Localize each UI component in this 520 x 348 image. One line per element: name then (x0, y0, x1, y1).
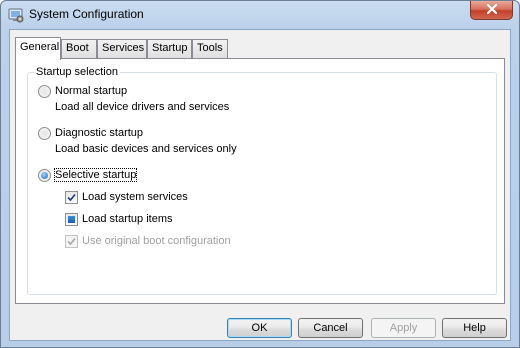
diagnostic-startup-radio[interactable] (38, 126, 51, 140)
title-bar[interactable]: System Configuration (1, 1, 519, 29)
general-tab-panel: Startup selection Normal startup Load al… (15, 58, 505, 304)
diagnostic-startup-description: Load basic devices and services only (55, 143, 237, 155)
load-system-services-label: Load system services (82, 191, 188, 203)
load-system-services-checkbox[interactable] (65, 190, 78, 204)
close-button[interactable] (470, 1, 513, 20)
tab-startup[interactable]: Startup (147, 39, 192, 58)
diagnostic-startup-label: Diagnostic startup (55, 127, 144, 139)
checkmark-icon (67, 237, 76, 245)
tab-services[interactable]: Services (97, 39, 147, 58)
group-title: Startup selection (34, 66, 120, 79)
selective-startup-radio[interactable] (38, 168, 51, 182)
normal-startup-label: Normal startup (55, 85, 128, 97)
apply-button: Apply (371, 318, 436, 338)
use-original-boot-config-label: Use original boot configuration (82, 235, 231, 247)
ok-button[interactable]: OK (227, 318, 292, 338)
window-title: System Configuration (29, 7, 144, 21)
dialog-client-area: General Boot Services Startup Tools Star… (9, 29, 511, 341)
system-configuration-window: System Configuration General Boot Servic… (0, 0, 520, 348)
tab-boot[interactable]: Boot (61, 39, 97, 58)
msconfig-icon (8, 7, 24, 23)
diagnostic-startup-option[interactable]: Diagnostic startup (38, 125, 143, 141)
checkmark-icon (67, 193, 76, 201)
load-startup-items-checkbox[interactable] (65, 212, 78, 226)
normal-startup-option[interactable]: Normal startup (38, 83, 127, 99)
normal-startup-description: Load all device drivers and services (55, 101, 230, 113)
selective-startup-option[interactable]: Selective startup (38, 167, 138, 183)
help-button[interactable]: Help (442, 318, 507, 338)
use-original-boot-config-option: Use original boot configuration (65, 233, 231, 249)
tab-general[interactable]: General (15, 37, 61, 60)
load-system-services-option[interactable]: Load system services (65, 189, 188, 205)
load-startup-items-label: Load startup items (82, 213, 173, 225)
load-startup-items-option[interactable]: Load startup items (65, 211, 173, 227)
startup-selection-group: Startup selection Normal startup Load al… (27, 66, 497, 295)
close-icon (486, 3, 498, 17)
normal-startup-radio[interactable] (38, 84, 51, 98)
use-original-boot-config-checkbox (65, 234, 78, 248)
selective-startup-label: Selective startup (53, 168, 138, 182)
cancel-button[interactable]: Cancel (298, 318, 363, 338)
tab-tools[interactable]: Tools (192, 39, 228, 58)
